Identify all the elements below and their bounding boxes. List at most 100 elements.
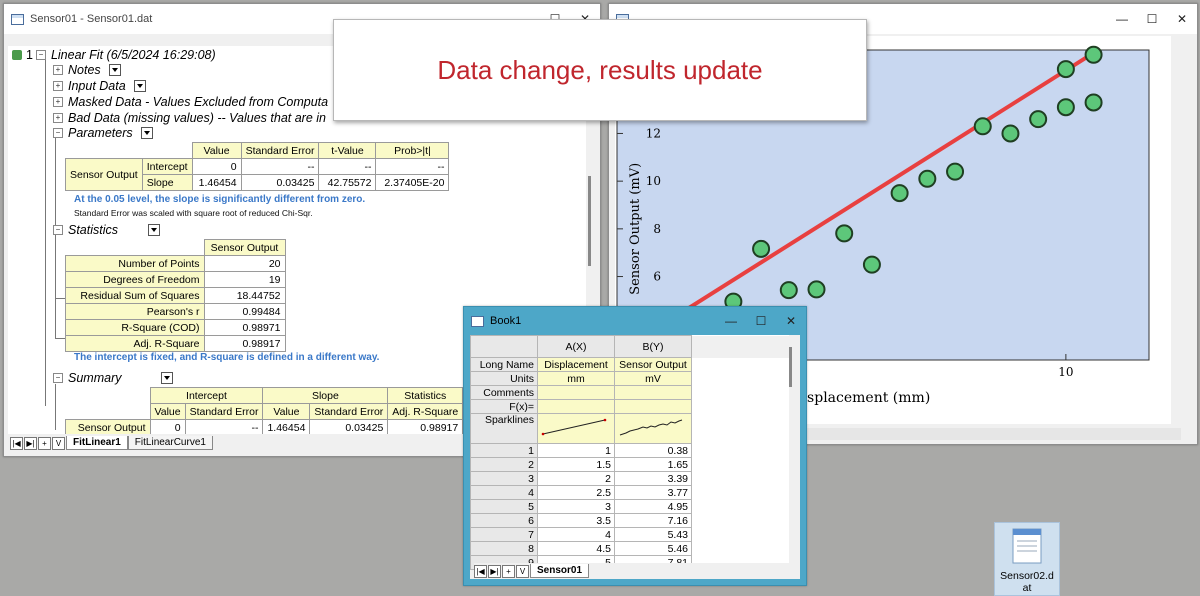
node-notes[interactable]: + Notes bbox=[53, 63, 121, 77]
cell[interactable]: 18.44752 bbox=[203, 287, 286, 304]
scrollbar-thumb[interactable] bbox=[588, 176, 591, 266]
expand-icon[interactable]: + bbox=[53, 81, 63, 91]
dropdown-icon[interactable] bbox=[108, 64, 121, 76]
minimize-button[interactable]: — bbox=[1107, 4, 1137, 34]
book-titlebar[interactable]: Book1 — ☐ ✕ bbox=[464, 307, 806, 335]
expand-icon[interactable]: + bbox=[53, 113, 63, 123]
cell[interactable]: 7.16 bbox=[614, 513, 692, 528]
tab-fitlinear1[interactable]: FitLinear1 bbox=[66, 436, 128, 450]
dropdown-icon[interactable] bbox=[133, 80, 146, 92]
cell[interactable]: 4.5 bbox=[537, 541, 615, 556]
column-header-a[interactable]: A(X) bbox=[537, 335, 615, 358]
cell[interactable]: -- bbox=[184, 419, 264, 434]
collapse-icon[interactable]: − bbox=[53, 373, 63, 383]
cell[interactable]: 2.5 bbox=[537, 485, 615, 500]
add-sheet-button[interactable]: + bbox=[38, 436, 51, 450]
cell[interactable]: 3.77 bbox=[614, 485, 692, 500]
cell[interactable]: 2.37405E-20 bbox=[375, 174, 450, 191]
node-summary[interactable]: − Summary bbox=[53, 371, 174, 385]
long-name-cell[interactable]: Sensor Output bbox=[614, 357, 692, 372]
cell[interactable]: -- bbox=[375, 158, 450, 175]
cell[interactable]: 4 bbox=[537, 527, 615, 542]
close-button[interactable]: ✕ bbox=[776, 307, 806, 335]
maximize-button[interactable]: ☐ bbox=[1137, 4, 1167, 34]
long-name-cell[interactable]: Displacement bbox=[537, 357, 615, 372]
cell[interactable]: 2 bbox=[537, 471, 615, 486]
desktop-file-icon[interactable]: Sensor02.dat bbox=[994, 522, 1060, 596]
row-group-label: Sensor Output bbox=[65, 158, 143, 191]
cell[interactable]: -- bbox=[240, 158, 320, 175]
node-bad-data[interactable]: + Bad Data (missing values) -- Values tha… bbox=[53, 111, 326, 125]
cell[interactable]: 0.03425 bbox=[309, 419, 389, 434]
expand-icon[interactable]: + bbox=[53, 65, 63, 75]
table-row: 7 4 5.43 bbox=[470, 527, 789, 542]
nav-first[interactable]: |◀ bbox=[474, 564, 487, 578]
sheet-list-button[interactable]: V bbox=[516, 564, 529, 578]
sparkline-b[interactable] bbox=[614, 413, 692, 444]
cell[interactable]: 3.5 bbox=[537, 513, 615, 528]
table-row: 1 1 0.38 bbox=[470, 443, 789, 458]
cell[interactable]: 0.38 bbox=[614, 443, 692, 458]
cell[interactable]: 3 bbox=[537, 499, 615, 514]
cell[interactable]: 19 bbox=[203, 271, 286, 288]
node-masked-data[interactable]: + Masked Data - Values Excluded from Comp… bbox=[53, 95, 328, 109]
cell[interactable]: 0.03425 bbox=[240, 174, 320, 191]
comments-cell[interactable] bbox=[614, 385, 692, 400]
formula-cell[interactable] bbox=[537, 399, 615, 414]
cell[interactable]: 0.98971 bbox=[203, 319, 286, 336]
row-number: 2 bbox=[470, 457, 538, 472]
cell[interactable]: -- bbox=[318, 158, 377, 175]
cell[interactable]: 42.75572 bbox=[318, 174, 377, 191]
data-point bbox=[1001, 124, 1020, 143]
cell[interactable]: 0.98917 bbox=[203, 335, 286, 352]
sheet-list-button[interactable]: V bbox=[52, 436, 65, 450]
cell[interactable]: 0.99484 bbox=[203, 303, 286, 320]
dropdown-icon[interactable] bbox=[161, 372, 174, 384]
cell[interactable]: 1 bbox=[537, 443, 615, 458]
collapse-icon[interactable]: − bbox=[53, 225, 63, 235]
comments-cell[interactable] bbox=[537, 385, 615, 400]
dropdown-icon[interactable] bbox=[140, 127, 153, 139]
formula-cell[interactable] bbox=[614, 399, 692, 414]
col-group-header: Intercept bbox=[149, 387, 264, 404]
node-parameters[interactable]: − Parameters bbox=[53, 126, 153, 140]
cell[interactable]: 0 bbox=[149, 419, 186, 434]
col-header: Value bbox=[191, 142, 242, 159]
nav-last[interactable]: ▶| bbox=[24, 436, 37, 450]
cell[interactable]: 5.46 bbox=[614, 541, 692, 556]
cell[interactable]: 0.98917 bbox=[387, 419, 464, 434]
node-label: Summary bbox=[68, 371, 122, 385]
units-cell[interactable]: mV bbox=[614, 371, 692, 386]
book-vscrollbar[interactable] bbox=[788, 347, 794, 567]
nav-last[interactable]: ▶| bbox=[488, 564, 501, 578]
collapse-icon[interactable]: − bbox=[35, 50, 46, 60]
cell[interactable]: 4.95 bbox=[614, 499, 692, 514]
dropdown-icon[interactable] bbox=[148, 224, 161, 236]
cell[interactable]: 1.46454 bbox=[262, 419, 311, 434]
cell[interactable]: 1.65 bbox=[614, 457, 692, 472]
tree-root[interactable]: 1 − Linear Fit (6/5/2024 16:29:08) bbox=[12, 48, 216, 62]
cell[interactable]: 20 bbox=[203, 255, 286, 272]
tab-fitlinearcurve1[interactable]: FitLinearCurve1 bbox=[127, 436, 213, 450]
cell[interactable]: 3.39 bbox=[614, 471, 692, 486]
node-statistics[interactable]: − Statistics bbox=[53, 223, 161, 237]
row-number: 8 bbox=[470, 541, 538, 556]
expand-icon[interactable]: + bbox=[53, 97, 63, 107]
tab-sensor01[interactable]: Sensor01 bbox=[530, 564, 590, 578]
node-input-data[interactable]: + Input Data bbox=[53, 79, 146, 93]
column-header-b[interactable]: B(Y) bbox=[614, 335, 692, 358]
collapse-icon[interactable]: − bbox=[53, 128, 63, 138]
y-tick-label: 10 bbox=[646, 174, 661, 188]
add-sheet-button[interactable]: + bbox=[502, 564, 515, 578]
cell[interactable]: 0 bbox=[191, 158, 242, 175]
cell[interactable]: 1.5 bbox=[537, 457, 615, 472]
units-cell[interactable]: mm bbox=[537, 371, 615, 386]
cell[interactable]: 1.46454 bbox=[191, 174, 242, 191]
nav-first[interactable]: |◀ bbox=[10, 436, 23, 450]
close-button[interactable]: ✕ bbox=[1167, 4, 1197, 34]
scrollbar-thumb[interactable] bbox=[789, 347, 792, 387]
maximize-button[interactable]: ☐ bbox=[746, 307, 776, 335]
sparkline-a[interactable] bbox=[537, 413, 615, 444]
minimize-button[interactable]: — bbox=[716, 307, 746, 335]
cell[interactable]: 5.43 bbox=[614, 527, 692, 542]
